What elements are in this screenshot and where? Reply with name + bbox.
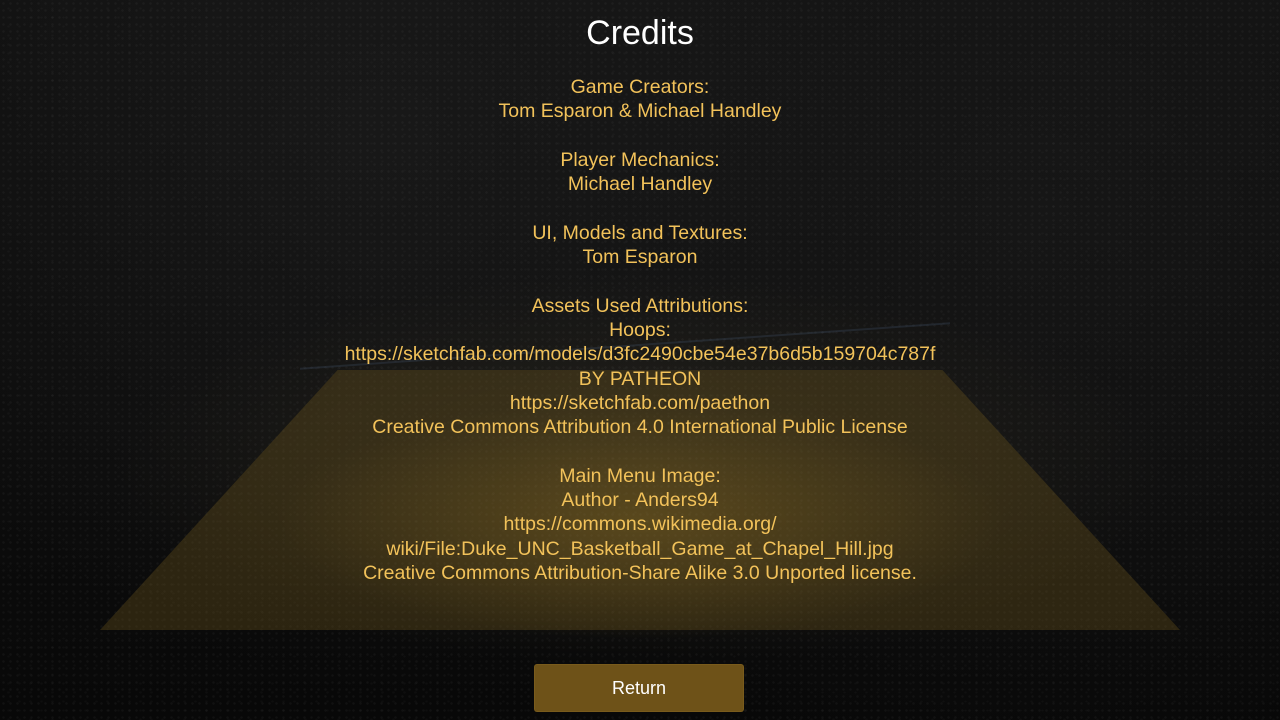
credit-license: Creative Commons Attribution-Share Alike… [363, 561, 917, 584]
credit-line: Tom Esparon & Michael Handley [498, 100, 782, 123]
credit-line: Hoops: [609, 318, 671, 341]
section-heading: Assets Used Attributions: [531, 294, 749, 317]
section-heading: Main Menu Image: [559, 464, 721, 487]
section-heading: UI, Models and Textures: [532, 221, 748, 244]
credit-line: Author - Anders94 [561, 489, 719, 512]
credits-screen: Credits Game Creators: Tom Esparon & Mic… [0, 0, 1280, 720]
return-button[interactable]: Return [534, 664, 744, 712]
credits-section-assets-attributions: Assets Used Attributions: Hoops: https:/… [0, 294, 1280, 440]
credit-link: https://sketchfab.com/models/d3fc2490cbe… [344, 343, 936, 366]
credits-section-ui-models-textures: UI, Models and Textures: Tom Esparon [0, 221, 1280, 270]
section-heading: Game Creators: [570, 76, 710, 98]
credit-link: https://commons.wikimedia.org/ [503, 513, 777, 536]
page-title: Credits [586, 14, 694, 52]
section-heading: Player Mechanics: [560, 148, 720, 171]
credits-list: Game Creators: Tom Esparon & Michael Han… [0, 75, 1280, 610]
credits-section-player-mechanics: Player Mechanics: Michael Handley [0, 148, 1280, 197]
credits-section-game-creators: Game Creators: Tom Esparon & Michael Han… [0, 75, 1280, 124]
credit-link: https://sketchfab.com/paethon [509, 391, 771, 414]
credits-section-main-menu-image: Main Menu Image: Author - Anders94 https… [0, 464, 1280, 585]
credit-license: Creative Commons Attribution 4.0 Interna… [372, 416, 908, 439]
credit-line: Michael Handley [567, 173, 713, 196]
credit-link: wiki/File:Duke_UNC_Basketball_Game_at_Ch… [386, 537, 894, 560]
credit-line: BY PATHEON [578, 367, 702, 390]
credit-line: Tom Esparon [582, 246, 698, 269]
